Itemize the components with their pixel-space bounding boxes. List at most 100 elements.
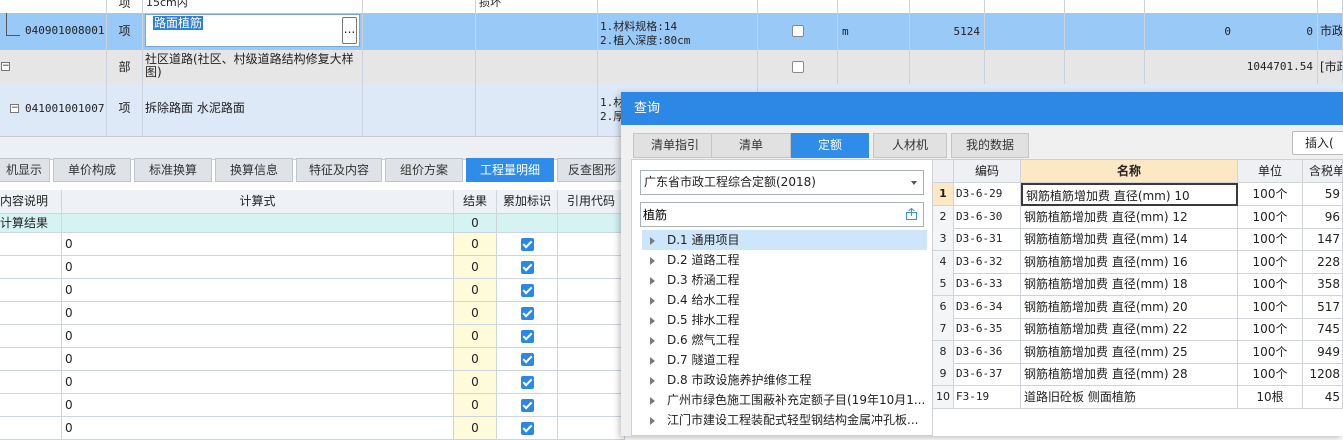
ellipsis-button[interactable]: ...: [342, 17, 357, 44]
quota-search-box[interactable]: [640, 202, 924, 227]
insert-button[interactable]: 插入(: [1292, 131, 1343, 155]
accumulate-checkbox[interactable]: [521, 307, 534, 320]
detail-accumulate-cell[interactable]: [497, 302, 558, 325]
quota-name[interactable]: 钢筋植筋增加费 直径(mm) 20: [1021, 295, 1238, 319]
tab-machine-display[interactable]: 机显示: [0, 158, 50, 182]
quota-code[interactable]: D3-6-35: [954, 318, 1021, 341]
detail-desc-cell[interactable]: [0, 256, 62, 279]
tab-labor-material[interactable]: 人材机: [873, 133, 947, 158]
quota-code[interactable]: D3-6-33: [954, 273, 1021, 296]
detail-ref-cell[interactable]: [558, 371, 625, 394]
row-checkbox[interactable]: [792, 61, 804, 73]
item-name-editor[interactable]: 路面植筋 ...: [145, 14, 360, 47]
quota-name[interactable]: 钢筋植筋增加费 直径(mm) 12: [1021, 205, 1238, 229]
accumulate-checkbox[interactable]: [521, 399, 534, 412]
detail-accumulate-cell[interactable]: [497, 279, 558, 302]
expand-arrow-icon[interactable]: [650, 376, 655, 385]
table-row-selected[interactable]: 040901008001 项 路面植筋 ... 1.材料规格:14 2.植入深度…: [0, 13, 1343, 51]
detail-desc-cell[interactable]: [0, 417, 62, 440]
table-row[interactable]: 项 15cm内 损坏: [0, 0, 1343, 14]
tree-item[interactable]: D.3 桥涵工程: [642, 270, 927, 290]
quota-code[interactable]: D3-6-30: [954, 205, 1021, 229]
quota-name[interactable]: 钢筋植筋增加费 直径(mm) 22: [1021, 318, 1238, 341]
quota-library-select[interactable]: 广东省市政工程综合定额(2018): [640, 170, 924, 195]
detail-formula-cell[interactable]: 0: [62, 302, 454, 325]
tab-features[interactable]: 特征及内容: [296, 158, 382, 182]
detail-desc-cell[interactable]: [0, 302, 62, 325]
quota-name[interactable]: 钢筋植筋增加费 直径(mm) 10: [1021, 183, 1238, 206]
quota-name[interactable]: 钢筋植筋增加费 直径(mm) 28: [1021, 363, 1238, 386]
dialog-title-bar[interactable]: 查询: [621, 92, 1343, 125]
detail-ref-cell[interactable]: [558, 302, 625, 325]
expand-arrow-icon[interactable]: [650, 276, 655, 285]
accumulate-checkbox[interactable]: [521, 284, 534, 297]
detail-desc-cell[interactable]: [0, 348, 62, 371]
quota-name[interactable]: 钢筋植筋增加费 直径(mm) 25: [1021, 340, 1238, 364]
tab-pricing-scheme[interactable]: 组价方案: [385, 158, 463, 182]
quota-code[interactable]: D3-6-36: [954, 340, 1021, 364]
pane-splitter[interactable]: [0, 136, 630, 160]
quota-code[interactable]: D3-6-34: [954, 295, 1021, 319]
detail-ref-cell[interactable]: [558, 279, 625, 302]
tree-item[interactable]: D.1 通用项目: [642, 230, 927, 250]
item-name-input[interactable]: 路面植筋: [153, 16, 204, 30]
quota-code[interactable]: D3-6-37: [954, 363, 1021, 386]
expand-arrow-icon[interactable]: [650, 236, 655, 245]
detail-formula-cell[interactable]: 0: [62, 371, 454, 394]
accumulate-checkbox[interactable]: [521, 422, 534, 435]
accumulate-checkbox[interactable]: [521, 353, 534, 366]
detail-ref-cell[interactable]: [558, 348, 625, 371]
tab-quota[interactable]: 定额: [791, 133, 869, 158]
quota-code[interactable]: D3-6-29: [954, 183, 1021, 206]
table-row[interactable]: − 部 社区道路(社区、村级道路结构修复大样图) 1044701.54 [市政: [0, 50, 1343, 85]
tab-my-data[interactable]: 我的数据: [951, 133, 1029, 158]
expand-arrow-icon[interactable]: [650, 296, 655, 305]
tree-item[interactable]: 广州市绿色施工围蔽补充定额子目(19年10月1...: [642, 390, 927, 410]
detail-accumulate-cell[interactable]: [497, 325, 558, 348]
quota-name[interactable]: 钢筋植筋增加费 直径(mm) 18: [1021, 273, 1238, 296]
collapse-toggle[interactable]: −: [10, 104, 19, 113]
detail-accumulate-cell[interactable]: [497, 371, 558, 394]
detail-desc-cell[interactable]: [0, 233, 62, 256]
detail-ref-cell[interactable]: [558, 417, 625, 440]
tab-reverse-graphic[interactable]: 反查图形: [557, 158, 627, 182]
quota-name[interactable]: 道路旧砼板 侧面植筋: [1021, 385, 1238, 409]
quota-code[interactable]: D3-6-31: [954, 228, 1021, 251]
detail-ref-cell[interactable]: [558, 233, 625, 256]
tree-item[interactable]: 江门市建设工程装配式轻型钢结构金属冲孔板...: [642, 410, 927, 430]
detail-formula-cell[interactable]: 0: [62, 279, 454, 302]
expand-arrow-icon[interactable]: [650, 396, 655, 405]
search-input[interactable]: [643, 205, 893, 224]
quota-code[interactable]: F3-19: [954, 385, 1021, 409]
detail-formula-cell[interactable]: 0: [62, 348, 454, 371]
detail-ref-cell[interactable]: [558, 394, 625, 417]
tree-item[interactable]: D.8 市政设施养护维修工程: [642, 370, 927, 390]
accumulate-checkbox[interactable]: [521, 330, 534, 343]
accumulate-checkbox[interactable]: [521, 376, 534, 389]
expand-arrow-icon[interactable]: [650, 416, 655, 425]
detail-accumulate-cell[interactable]: [497, 348, 558, 371]
detail-desc-cell[interactable]: [0, 325, 62, 348]
detail-formula-cell[interactable]: 0: [62, 325, 454, 348]
row-checkbox[interactable]: [792, 25, 804, 37]
detail-formula-cell[interactable]: 0: [62, 233, 454, 256]
accumulate-checkbox[interactable]: [521, 238, 534, 251]
detail-accumulate-cell[interactable]: [497, 417, 558, 440]
detail-desc-cell[interactable]: [0, 371, 62, 394]
detail-accumulate-cell[interactable]: [497, 256, 558, 279]
detail-formula-cell[interactable]: 0: [62, 256, 454, 279]
accumulate-checkbox[interactable]: [521, 261, 534, 274]
tab-conversion-info[interactable]: 换算信息: [215, 158, 293, 182]
tab-bill-guide[interactable]: 清单指引: [633, 133, 717, 158]
detail-accumulate-cell[interactable]: [497, 233, 558, 256]
quota-name[interactable]: 钢筋植筋增加费 直径(mm) 14: [1021, 228, 1238, 251]
collapse-toggle[interactable]: −: [1, 62, 10, 71]
tab-standard-conversion[interactable]: 标准换算: [134, 158, 212, 182]
expand-arrow-icon[interactable]: [650, 336, 655, 345]
detail-desc-cell[interactable]: [0, 279, 62, 302]
quota-code[interactable]: D3-6-32: [954, 250, 1021, 274]
expand-arrow-icon[interactable]: [650, 356, 655, 365]
search-filter-icon[interactable]: [906, 207, 917, 220]
detail-desc-cell[interactable]: [0, 394, 62, 417]
detail-ref-cell[interactable]: [558, 325, 625, 348]
